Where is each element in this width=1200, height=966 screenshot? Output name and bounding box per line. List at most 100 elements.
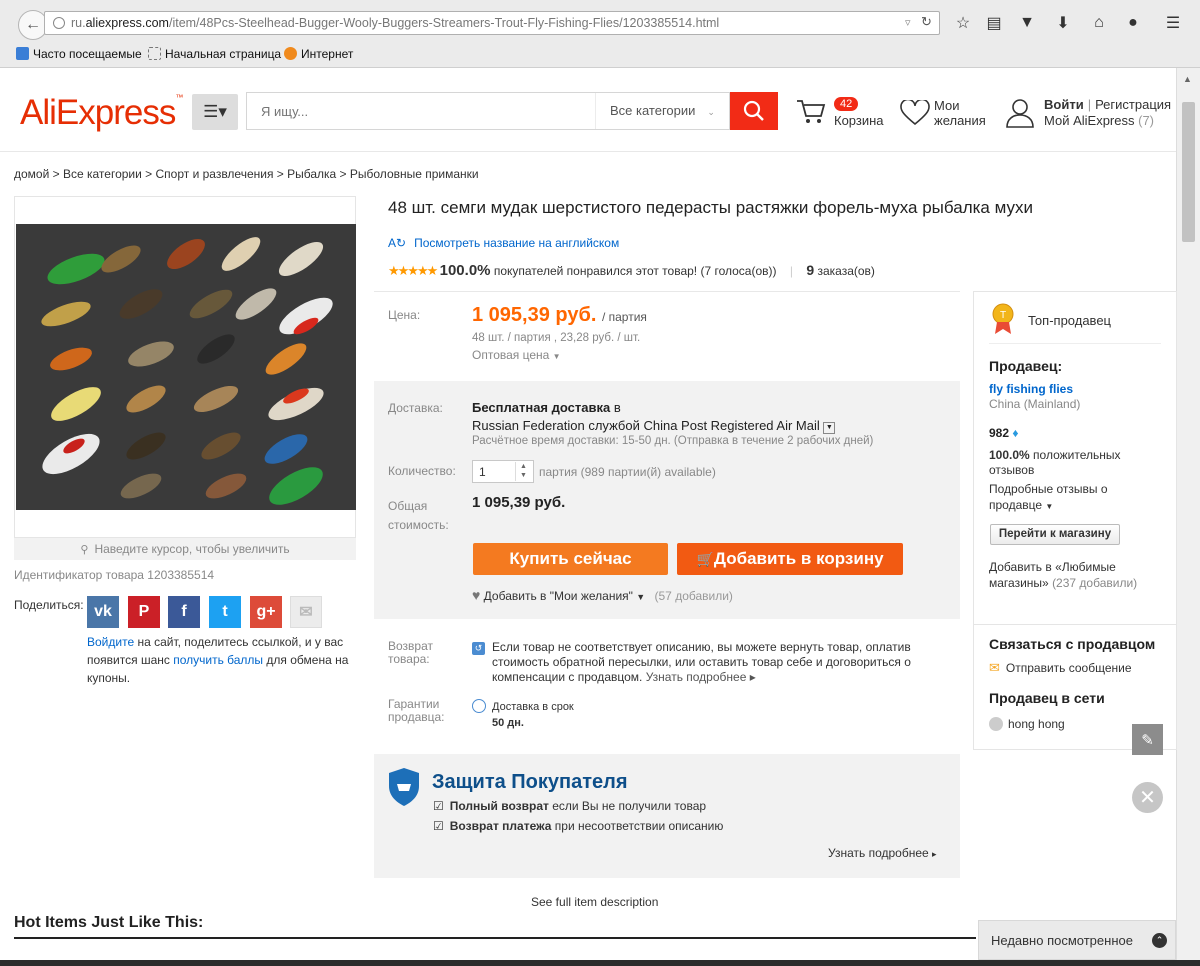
- menu-icon: ☰▾: [203, 102, 227, 121]
- orders-label: заказа(ов): [817, 264, 875, 278]
- scroll-up-icon[interactable]: ▲: [1183, 74, 1192, 84]
- vk-share-button[interactable]: vk: [87, 596, 119, 628]
- download-icon[interactable]: ⬇: [1052, 12, 1074, 34]
- chat-icon[interactable]: ●: [1122, 12, 1144, 34]
- quantity-label: Количество:: [388, 464, 456, 478]
- store-link[interactable]: fly fishing flies: [989, 382, 1073, 396]
- add-to-wishlist[interactable]: ♥ Добавить в "Мои желания" ▼ (57 добавил…: [472, 587, 733, 603]
- twitter-icon: t: [222, 603, 228, 620]
- scroll-thumb[interactable]: [1182, 102, 1195, 242]
- arrow-left-icon: ←: [25, 16, 41, 33]
- total-value: 1 095,39 руб.: [472, 494, 566, 511]
- caret-down-icon: ▼: [1045, 502, 1054, 511]
- browser-toolbar: ← ru.aliexpress.com/item/48Pcs-Steelhead…: [0, 0, 1200, 68]
- checkbox-icon: ☑: [433, 819, 444, 833]
- chevron-down-icon: ▼: [636, 592, 646, 602]
- store-country: China (Mainland): [989, 397, 1081, 411]
- categories-menu-button[interactable]: ☰▾: [192, 94, 238, 130]
- dropdown-icon[interactable]: ▼: [823, 422, 836, 434]
- feedback-score[interactable]: 982 ♦: [989, 426, 1019, 440]
- pinterest-share-button[interactable]: P: [128, 596, 160, 628]
- product-image-frame[interactable]: [14, 196, 356, 538]
- returns-more-link[interactable]: Узнать подробнее ▸: [646, 670, 756, 684]
- orders-count: 9: [806, 262, 815, 278]
- category-select[interactable]: Все категории ⌄: [595, 93, 731, 129]
- reload-icon[interactable]: ↻: [921, 14, 932, 30]
- product-title: 48 шт. семги мудак шерстистого педерасты…: [388, 198, 1033, 217]
- hamburger-icon[interactable]: ☰: [1162, 12, 1184, 34]
- facebook-share-button[interactable]: f: [168, 596, 200, 628]
- pocket-icon[interactable]: ▼: [1016, 12, 1038, 34]
- google-plus-icon: g+: [256, 603, 276, 620]
- contact-seller-heading: Связаться с продавцом: [989, 636, 1156, 652]
- purchase-box: [374, 381, 960, 619]
- star-icon[interactable]: ☆: [952, 12, 974, 34]
- product-image[interactable]: [16, 224, 356, 510]
- search-button[interactable]: [730, 92, 778, 130]
- get-points-link[interactable]: получить баллы: [173, 653, 263, 667]
- envelope-icon: ✉: [989, 660, 1000, 675]
- search-box: Все категории⌄: [246, 92, 730, 130]
- email-share-button[interactable]: ✉: [290, 596, 322, 628]
- pinterest-icon: P: [138, 603, 150, 620]
- wholesale-price-toggle[interactable]: Оптовая цена ▼: [472, 348, 561, 362]
- shipping-time: Расчётное время доставки: 15-50 дн. (Отп…: [472, 435, 874, 447]
- diamond-icon: ♦: [1012, 426, 1019, 440]
- bookmark-start-page[interactable]: Начальная страница: [148, 47, 281, 61]
- price-divider: [374, 291, 960, 292]
- send-message-link[interactable]: ✉ Отправить сообщение: [989, 660, 1132, 676]
- detailed-feedback-toggle[interactable]: Подробные отзывы о продавце ▼: [989, 481, 1159, 515]
- cart-link[interactable]: 42 Корзина: [796, 96, 896, 130]
- close-button[interactable]: ✕: [1132, 782, 1163, 813]
- vk-icon: vk: [94, 603, 112, 620]
- shipping-label: Доставка:: [388, 401, 443, 415]
- twitter-share-button[interactable]: t: [209, 596, 241, 628]
- login-link[interactable]: Войти: [1044, 97, 1084, 112]
- returns-label: Возврат товара:: [388, 639, 433, 666]
- bookmark-most-visited[interactable]: Часто посещаемые: [16, 47, 142, 61]
- zoom-hint: ⚲ Наведите курсор, чтобы увеличить: [14, 538, 356, 560]
- protection-line-refund: ☑ Полный возврат если Вы не получили това…: [433, 799, 707, 813]
- my-aliexpress-link[interactable]: Мой AliExpress (7): [1044, 113, 1154, 128]
- dropdown-icon[interactable]: ▿: [905, 16, 911, 29]
- bookmark-internet[interactable]: Интернет: [284, 47, 353, 61]
- reading-list-icon[interactable]: ▤: [983, 12, 1005, 34]
- divider: |: [1087, 97, 1092, 112]
- full-description-link[interactable]: See full item description: [531, 895, 658, 909]
- google-plus-share-button[interactable]: g+: [250, 596, 282, 628]
- address-bar[interactable]: ru.aliexpress.com/item/48Pcs-Steelhead-B…: [44, 11, 940, 35]
- translate-title-link[interactable]: A↻ Посмотреть название на английском: [388, 236, 619, 250]
- close-icon: ✕: [1139, 787, 1156, 809]
- buy-now-button[interactable]: Купить сейчас: [473, 543, 668, 575]
- bookmarks-bar: Часто посещаемые Начальная страница Инте…: [0, 42, 1200, 68]
- shipping-method[interactable]: Russian Federation службой China Post Re…: [472, 418, 836, 434]
- register-link[interactable]: Регистрация: [1095, 97, 1171, 112]
- protection-more-link[interactable]: Узнать подробнее ▸: [828, 846, 937, 860]
- page-scrollbar[interactable]: ▲: [1176, 68, 1200, 966]
- recently-viewed-bar[interactable]: Недавно посмотренное ⌃: [978, 920, 1176, 960]
- facebook-icon: f: [181, 603, 187, 620]
- wish-label-line1: Мои: [934, 98, 960, 113]
- url-text: ru.aliexpress.com/item/48Pcs-Steelhead-B…: [71, 16, 720, 30]
- feedback-edit-button[interactable]: ✎: [1132, 724, 1163, 755]
- go-to-store-button[interactable]: Перейти к магазину: [990, 524, 1120, 545]
- login-link-share[interactable]: Войдите: [87, 635, 134, 649]
- user-icon: [1006, 99, 1034, 128]
- home-icon[interactable]: ⌂: [1088, 12, 1110, 34]
- aliexpress-logo[interactable]: AliExpress™: [20, 93, 183, 133]
- search-input[interactable]: [247, 93, 595, 129]
- caret-down-icon: ▼: [552, 352, 561, 361]
- add-favorite-store[interactable]: Добавить в «Любимые магазины» (237 добав…: [989, 559, 1159, 591]
- caret-right-icon: ▸: [932, 849, 937, 859]
- hot-items-heading: Hot Items Just Like This:: [14, 914, 204, 931]
- fishing-flies-photo: [16, 224, 356, 510]
- quantity-stepper[interactable]: ▲ ▼: [515, 462, 531, 481]
- window-frame: [0, 960, 1200, 966]
- rating-text[interactable]: покупателей понравился этот товар! (7 го…: [494, 264, 777, 278]
- online-seller-user[interactable]: hong hong: [989, 717, 1065, 731]
- share-label: Поделиться:: [14, 598, 84, 612]
- cart-label: Корзина: [834, 113, 884, 128]
- rating-percent: 100.0%: [439, 262, 491, 279]
- add-to-cart-button[interactable]: 🛒Добавить в корзину: [677, 543, 903, 575]
- breadcrumb[interactable]: домой > Все категории > Спорт и развлече…: [14, 167, 479, 181]
